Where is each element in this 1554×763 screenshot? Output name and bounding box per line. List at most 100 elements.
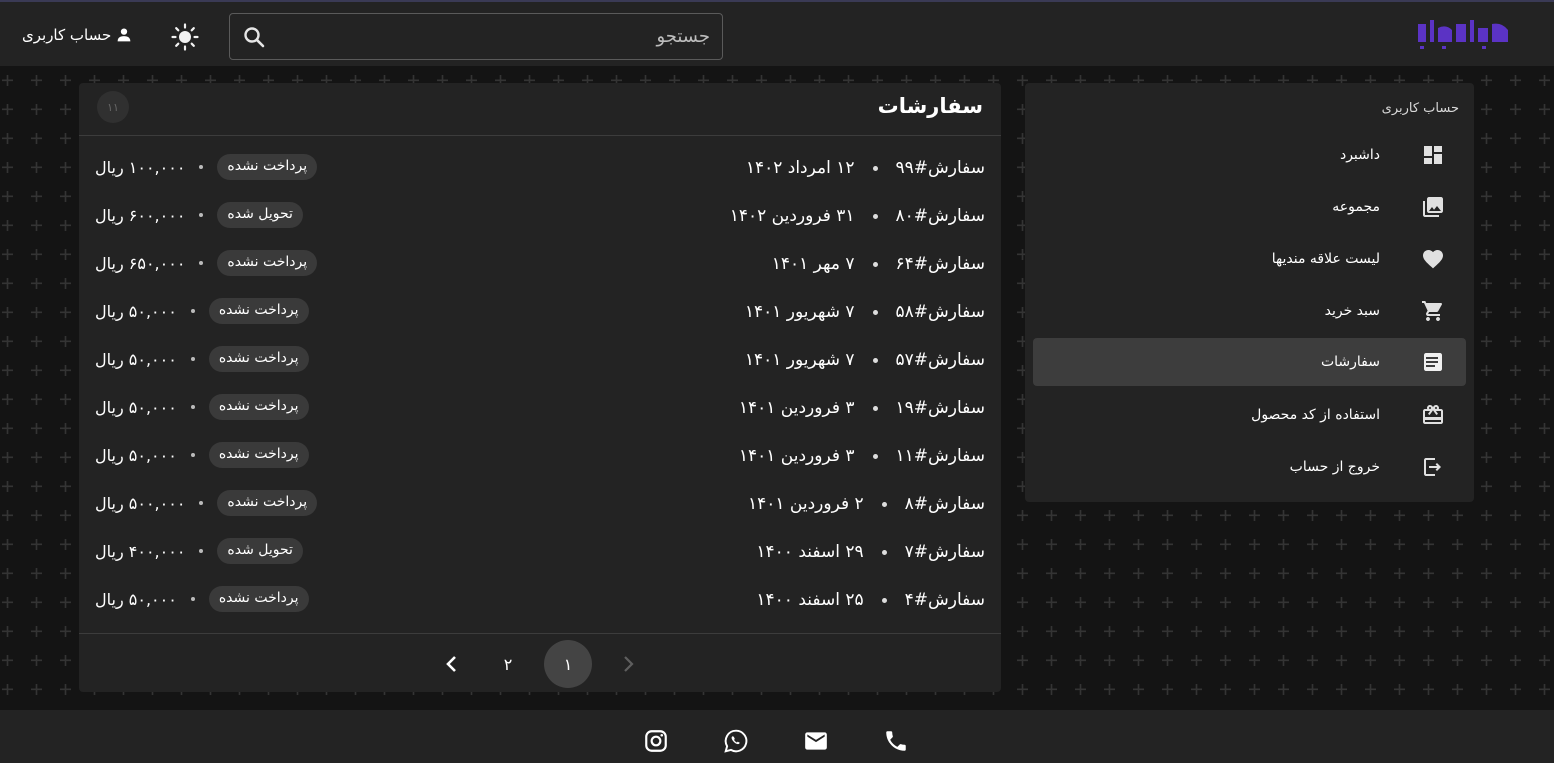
order-row[interactable]: سفارش#۷ ۲۹ اسفند ۱۴۰۰ ۴۰۰,۰۰۰ ریال تحویل شد… xyxy=(79,528,1001,576)
search-input[interactable] xyxy=(274,22,710,51)
separator-dot xyxy=(881,549,887,555)
search-icon[interactable] xyxy=(242,25,266,49)
separator-dot xyxy=(199,213,204,217)
separator-dot xyxy=(199,501,204,505)
order-meta: ۵۰,۰۰۰ ریال پرداخت نشده xyxy=(95,296,309,326)
sidebar-item-wishlist[interactable]: لیست علاقه مندیها xyxy=(1033,235,1466,283)
order-info: سفارش#۸ ۲ فروردین ۱۴۰۱ xyxy=(748,489,985,519)
order-id: سفارش#۸۰ xyxy=(895,206,986,226)
gift-icon xyxy=(1420,402,1446,428)
page-button-1[interactable]: ۱ xyxy=(544,640,592,688)
orders-header: سفارشات ۱۱ xyxy=(79,83,1001,136)
cart-icon xyxy=(1420,298,1446,324)
order-date: ۳ فروردین ۱۴۰۱ xyxy=(738,398,855,418)
order-id: سفارش#۱۱ xyxy=(895,446,986,466)
order-info: سفارش#۱۹ ۳ فروردین ۱۴۰۱ xyxy=(739,393,985,423)
order-info: سفارش#۴ ۲۵ اسفند ۱۴۰۰ xyxy=(756,585,985,615)
order-meta: ۵۰,۰۰۰ ریال پرداخت نشده xyxy=(95,584,309,614)
order-amount: ۶۵۰,۰۰۰ ریال xyxy=(95,253,186,273)
status-badge: تحویل شده xyxy=(217,538,303,564)
whatsapp-icon[interactable] xyxy=(723,728,749,754)
order-info: سفارش#۷ ۲۹ اسفند ۱۴۰۰ xyxy=(756,537,985,567)
order-id: سفارش#۹۹ xyxy=(895,158,986,178)
order-row[interactable]: سفارش#۸۰ ۳۱ فروردین ۱۴۰۲ ۶۰۰,۰۰۰ ریال تحویل… xyxy=(79,192,1001,240)
sidebar-item-dashboard[interactable]: داشبرد xyxy=(1033,131,1466,179)
order-amount: ۵۰,۰۰۰ ریال xyxy=(95,397,177,417)
phone-icon[interactable] xyxy=(883,728,909,754)
order-date: ۱۲ امرداد ۱۴۰۲ xyxy=(745,158,855,178)
orders-count-badge: ۱۱ xyxy=(97,91,129,123)
status-badge: پرداخت نشده xyxy=(208,586,309,612)
order-id: سفارش#۱۹ xyxy=(895,398,986,418)
order-row[interactable]: سفارش#۵۸ ۷ شهریور ۱۴۰۱ ۵۰,۰۰۰ ریال پرداخت ن… xyxy=(79,288,1001,336)
order-row[interactable]: سفارش#۴ ۲۵ اسفند ۱۴۰۰ ۵۰,۰۰۰ ریال پرداخت نش… xyxy=(79,576,1001,624)
sidebar-item-collection[interactable]: مجموعه xyxy=(1033,183,1466,231)
separator-dot xyxy=(872,405,878,411)
next-page-chevron-icon[interactable] xyxy=(428,640,476,688)
order-amount: ۶۰۰,۰۰۰ ریال xyxy=(95,205,186,225)
orders-panel: سفارشات ۱۱ سفارش#۹۹ ۱۲ امرداد ۱۴۰۲ ۱۰۰,۰۰۰… xyxy=(79,83,1001,692)
order-row[interactable]: سفارش#۱۹ ۳ فروردین ۱۴۰۱ ۵۰,۰۰۰ ریال پرداخت … xyxy=(79,384,1001,432)
order-info: سفارش#۸۰ ۳۱ فروردین ۱۴۰۲ xyxy=(730,201,985,231)
account-button[interactable]: حساب کاربری xyxy=(22,24,133,46)
order-date: ۳۱ فروردین ۱۴۰۲ xyxy=(729,206,855,226)
order-row[interactable]: سفارش#۵۷ ۷ شهریور ۱۴۰۱ ۵۰,۰۰۰ ریال پرداخت ن… xyxy=(79,336,1001,384)
sidebar-item-redeem-code[interactable]: استفاده از کد محصول xyxy=(1033,391,1466,439)
user-icon xyxy=(117,28,131,42)
previous-page-chevron-icon[interactable] xyxy=(604,640,652,688)
separator-dot xyxy=(190,405,195,409)
order-info: سفارش#۶۴ ۷ مهر ۱۴۰۱ xyxy=(772,249,985,279)
order-id: سفارش#۵۸ xyxy=(895,302,986,322)
order-meta: ۵۰,۰۰۰ ریال پرداخت نشده xyxy=(95,344,309,374)
status-badge: پرداخت نشده xyxy=(217,154,318,180)
sidebar-item-logout[interactable]: خروج از حساب xyxy=(1033,443,1466,491)
sidebar-item-cart[interactable]: سبد خرید xyxy=(1033,287,1466,335)
order-id: سفارش#۸ xyxy=(904,494,985,514)
order-row[interactable]: سفارش#۸ ۲ فروردین ۱۴۰۱ ۵۰۰,۰۰۰ ریال پرداخت … xyxy=(79,480,1001,528)
order-meta: ۶۵۰,۰۰۰ ریال پرداخت نشده xyxy=(95,248,318,278)
separator-dot xyxy=(190,597,195,601)
brand-logo[interactable] xyxy=(1414,14,1516,54)
instagram-icon[interactable] xyxy=(643,728,669,754)
theme-toggle-sun-icon[interactable] xyxy=(171,23,199,51)
sidebar-item-orders[interactable]: سفارشات xyxy=(1033,338,1466,386)
top-bar: حساب کاربری xyxy=(0,0,1554,66)
order-meta: ۵۰,۰۰۰ ریال پرداخت نشده xyxy=(95,392,309,422)
order-row[interactable]: سفارش#۱۱ ۳ فروردین ۱۴۰۱ ۵۰,۰۰۰ ریال پرداخت … xyxy=(79,432,1001,480)
order-date: ۷ شهریور ۱۴۰۱ xyxy=(744,350,855,370)
order-id: سفارش#۷ xyxy=(904,542,985,562)
separator-dot xyxy=(872,165,878,171)
order-meta: ۱۰۰,۰۰۰ ریال پرداخت نشده xyxy=(95,152,318,182)
order-amount: ۵۰,۰۰۰ ریال xyxy=(95,589,177,609)
order-meta: ۵۰,۰۰۰ ریال پرداخت نشده xyxy=(95,440,309,470)
separator-dot xyxy=(199,549,204,553)
status-badge: پرداخت نشده xyxy=(217,490,318,516)
separator-dot xyxy=(872,309,878,315)
order-info: سفارش#۱۱ ۳ فروردین ۱۴۰۱ xyxy=(739,441,985,471)
order-info: سفارش#۵۸ ۷ شهریور ۱۴۰۱ xyxy=(745,297,985,327)
order-row[interactable]: سفارش#۶۴ ۷ مهر ۱۴۰۱ ۶۵۰,۰۰۰ ریال پرداخت نشد… xyxy=(79,240,1001,288)
page-button-2[interactable]: ۲ xyxy=(484,640,532,688)
order-amount: ۵۰۰,۰۰۰ ریال xyxy=(95,493,186,513)
status-badge: تحویل شده xyxy=(217,202,303,228)
status-badge: پرداخت نشده xyxy=(208,442,309,468)
pagination: ۱ ۲ xyxy=(79,633,1001,692)
search-box xyxy=(229,13,723,60)
order-row[interactable]: سفارش#۹۹ ۱۲ امرداد ۱۴۰۲ ۱۰۰,۰۰۰ ریال پرداخت… xyxy=(79,144,1001,192)
orders-list-icon xyxy=(1420,349,1446,375)
order-info: سفارش#۵۷ ۷ شهریور ۱۴۰۱ xyxy=(745,345,985,375)
order-date: ۷ مهر ۱۴۰۱ xyxy=(771,254,855,274)
order-date: ۲ فروردین ۱۴۰۱ xyxy=(747,494,864,514)
sidebar-item-label: استفاده از کد محصول xyxy=(1251,407,1380,423)
separator-dot xyxy=(881,597,887,603)
footer xyxy=(0,710,1554,763)
order-date: ۷ شهریور ۱۴۰۱ xyxy=(744,302,855,322)
order-amount: ۵۰,۰۰۰ ریال xyxy=(95,349,177,369)
status-badge: پرداخت نشده xyxy=(208,394,309,420)
sidebar-item-label: سبد خرید xyxy=(1324,303,1380,319)
sidebar-item-label: داشبرد xyxy=(1339,147,1380,163)
collection-icon xyxy=(1420,194,1446,220)
heart-icon xyxy=(1420,246,1446,272)
email-icon[interactable] xyxy=(803,728,829,754)
status-badge: پرداخت نشده xyxy=(208,346,309,372)
